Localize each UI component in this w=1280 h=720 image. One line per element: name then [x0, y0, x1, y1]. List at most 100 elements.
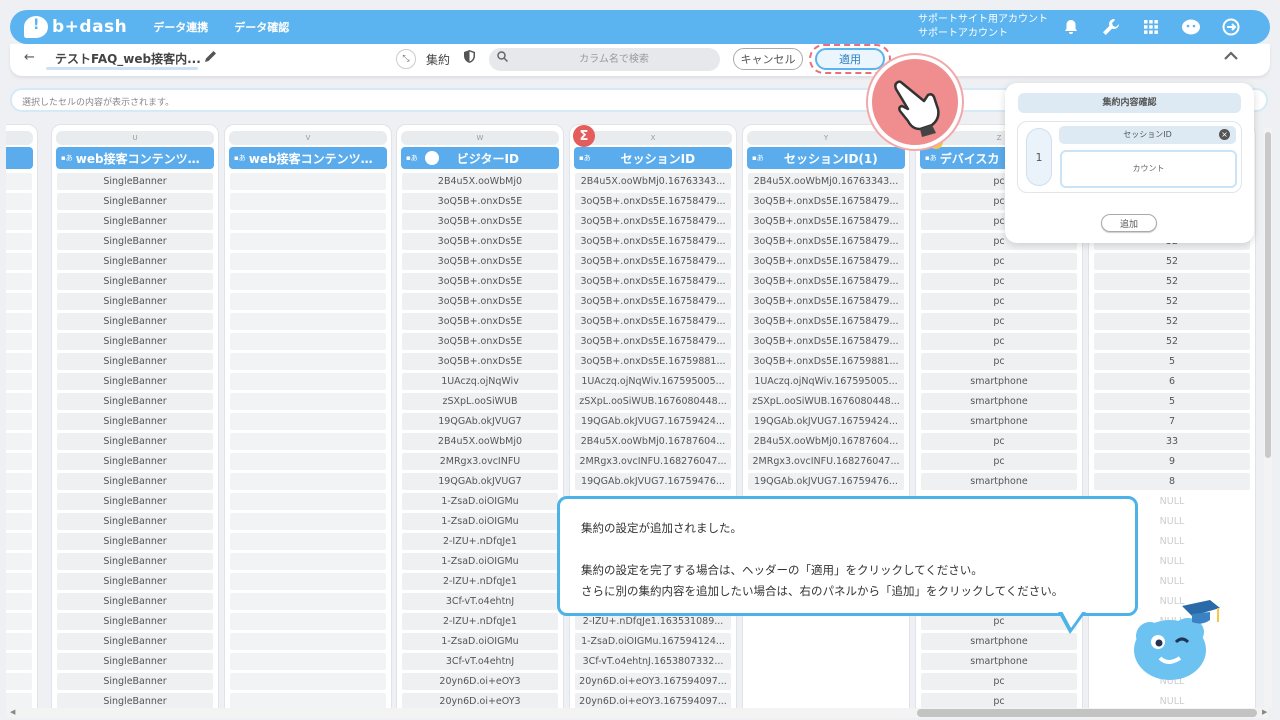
table-cell[interactable]: SingleBanner — [57, 353, 213, 370]
table-cell[interactable]: 6 — [1094, 373, 1250, 390]
table-cell[interactable] — [6, 453, 32, 470]
cancel-button[interactable]: キャンセル — [733, 48, 803, 70]
table-cell[interactable]: zSXpL.ooSiWUB.1676080448... — [575, 393, 731, 410]
wrench-icon[interactable] — [1100, 15, 1122, 39]
table-cell[interactable]: pc — [921, 273, 1077, 290]
table-cell[interactable]: zSXpL.ooSiWUB — [402, 393, 558, 410]
nav-data-integration[interactable]: データ連携 — [153, 19, 208, 35]
table-cell[interactable]: smartphone — [921, 653, 1077, 670]
grid-icon[interactable] — [1140, 15, 1162, 39]
table-cell[interactable] — [230, 573, 386, 590]
table-cell[interactable]: 1-ZsaD.oiOIGMu — [402, 493, 558, 510]
table-cell[interactable]: SingleBanner — [57, 613, 213, 630]
table-cell[interactable]: SingleBanner — [57, 493, 213, 510]
table-cell[interactable] — [6, 293, 32, 310]
table-cell[interactable] — [230, 313, 386, 330]
column-header[interactable] — [6, 147, 33, 169]
table-cell[interactable] — [230, 613, 386, 630]
aggregation-function-select[interactable]: カウント — [1060, 150, 1237, 188]
column-header[interactable]: ▪あ セッションID — [574, 147, 732, 169]
table-cell[interactable] — [230, 393, 386, 410]
table-cell[interactable]: SingleBanner — [57, 253, 213, 270]
table-cell[interactable] — [6, 433, 32, 450]
table-cell[interactable]: SingleBanner — [57, 393, 213, 410]
table-cell[interactable]: 3oQ5B+.onxDs5E — [402, 313, 558, 330]
table-cell[interactable]: 19QGAb.okJVUG7.16759424... — [575, 413, 731, 430]
table-cell[interactable]: SingleBanner — [57, 653, 213, 670]
column-letter[interactable]: X — [574, 131, 732, 145]
table-cell[interactable]: 3Cf-vT.o4ehtnJ — [402, 593, 558, 610]
table-cell[interactable]: 1UAczq.ojNqWiv.167595005... — [748, 373, 904, 390]
table-cell[interactable]: pc — [921, 433, 1077, 450]
column-letter[interactable] — [6, 131, 33, 145]
table-cell[interactable]: 3oQ5B+.onxDs5E — [402, 333, 558, 350]
table-cell[interactable]: pc — [921, 293, 1077, 310]
table-cell[interactable] — [6, 593, 32, 610]
table-cell[interactable] — [230, 433, 386, 450]
chat-face-icon[interactable] — [1180, 15, 1202, 39]
table-cell[interactable] — [6, 313, 32, 330]
table-cell[interactable]: SingleBanner — [57, 313, 213, 330]
table-cell[interactable] — [6, 373, 32, 390]
table-cell[interactable] — [230, 673, 386, 690]
table-cell[interactable]: 3oQ5B+.onxDs5E.16758479... — [575, 333, 731, 350]
table-cell[interactable]: 20yn6D.oi+eOY3.167594097... — [575, 673, 731, 690]
file-name[interactable]: テストFAQ_web接客内... — [55, 50, 201, 67]
table-cell[interactable]: pc — [921, 333, 1077, 350]
column-letter[interactable]: W — [401, 131, 559, 145]
chevron-up-icon[interactable] — [1224, 49, 1238, 65]
table-cell[interactable] — [230, 373, 386, 390]
table-cell[interactable]: 2B4u5X.ooWbMj0.16763343... — [748, 173, 904, 190]
table-cell[interactable]: 3oQ5B+.onxDs5E — [402, 213, 558, 230]
table-cell[interactable]: 3oQ5B+.onxDs5E.16758479... — [748, 213, 904, 230]
table-cell[interactable]: smartphone — [921, 413, 1077, 430]
table-cell[interactable]: pc — [921, 353, 1077, 370]
column-header[interactable]: ▪あ web接客コンテンツ… — [229, 147, 387, 169]
aggregate-icon[interactable]: ⤡ — [396, 49, 416, 69]
table-cell[interactable]: SingleBanner — [57, 473, 213, 490]
table-cell[interactable] — [230, 533, 386, 550]
table-cell[interactable]: SingleBanner — [57, 413, 213, 430]
table-cell[interactable]: SingleBanner — [57, 333, 213, 350]
search-input[interactable] — [519, 48, 709, 71]
table-cell[interactable]: SingleBanner — [57, 273, 213, 290]
table-cell[interactable] — [6, 533, 32, 550]
table-cell[interactable] — [230, 193, 386, 210]
table-cell[interactable] — [230, 173, 386, 190]
table-cell[interactable]: 33 — [1094, 433, 1250, 450]
table-cell[interactable]: SingleBanner — [57, 433, 213, 450]
table-cell[interactable] — [230, 413, 386, 430]
table-cell[interactable] — [748, 633, 904, 650]
table-cell[interactable] — [748, 673, 904, 690]
table-cell[interactable]: 5 — [1094, 393, 1250, 410]
table-cell[interactable] — [6, 473, 32, 490]
table-cell[interactable]: 2-IZU+.nDfqJe1 — [402, 533, 558, 550]
table-cell[interactable] — [230, 633, 386, 650]
table-cell[interactable]: 3oQ5B+.onxDs5E.16758479... — [748, 193, 904, 210]
table-cell[interactable]: 3oQ5B+.onxDs5E.16758479... — [575, 233, 731, 250]
table-cell[interactable]: 1-ZsaD.oiOIGMu — [402, 513, 558, 530]
table-cell[interactable]: 3Cf-vT.o4ehtnJ — [402, 653, 558, 670]
scroll-right-icon[interactable]: ▶ — [1262, 708, 1267, 716]
table-cell[interactable]: 3oQ5B+.onxDs5E.16758479... — [748, 313, 904, 330]
table-cell[interactable]: 2B4u5X.ooWbMj0.16787604... — [748, 433, 904, 450]
table-cell[interactable]: SingleBanner — [57, 633, 213, 650]
table-cell[interactable]: 2MRgx3.ovcINFU — [402, 453, 558, 470]
table-cell[interactable] — [6, 233, 32, 250]
remove-icon[interactable]: × — [1219, 129, 1230, 140]
table-cell[interactable] — [230, 213, 386, 230]
table-cell[interactable] — [230, 333, 386, 350]
table-cell[interactable]: 3oQ5B+.onxDs5E.16758479... — [748, 233, 904, 250]
vertical-scroll-thumb[interactable] — [1265, 132, 1271, 458]
table-cell[interactable]: 3oQ5B+.onxDs5E.16758479... — [575, 293, 731, 310]
table-cell[interactable] — [230, 513, 386, 530]
table-cell[interactable]: SingleBanner — [57, 673, 213, 690]
table-cell[interactable]: SingleBanner — [57, 593, 213, 610]
table-cell[interactable]: 9 — [1094, 453, 1250, 470]
column-letter[interactable]: V — [229, 131, 387, 145]
table-cell[interactable] — [6, 273, 32, 290]
table-cell[interactable]: 2B4u5X.ooWbMj0 — [402, 433, 558, 450]
column-header[interactable]: ▪あ ビジターID — [401, 147, 559, 169]
table-cell[interactable] — [6, 253, 32, 270]
column-letter[interactable]: U — [56, 131, 214, 145]
